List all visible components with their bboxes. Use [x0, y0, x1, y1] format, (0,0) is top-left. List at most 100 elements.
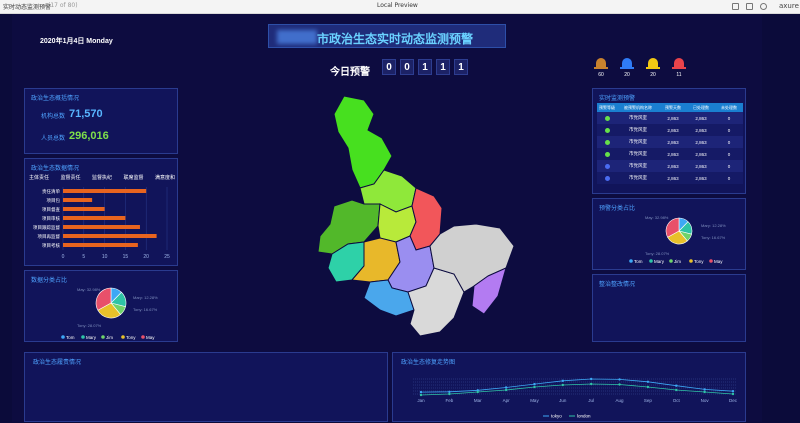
table-row[interactable]: 市党风室 2,863 2,863 0: [597, 112, 743, 124]
alert-count: 20: [650, 72, 656, 78]
category-pie-chart: May: 32.98% Mary: 12.28% Tony: 16.67% Tony:…: [61, 287, 158, 340]
rectify-title: 整治整改情况: [599, 282, 636, 288]
data-point[interactable]: [448, 392, 451, 396]
data-point[interactable]: [703, 388, 706, 391]
brand-logo: axure: [779, 2, 799, 10]
table-row[interactable]: 市党风室 2,863 2,863 0: [597, 148, 743, 160]
legend-marker: [689, 259, 693, 263]
overview-title: 政治生态概括情况: [31, 96, 80, 102]
legend-label: Mary: [86, 335, 97, 340]
legend-marker: [649, 259, 653, 263]
bar[interactable]: [63, 234, 157, 238]
bar[interactable]: [63, 225, 140, 229]
data-tabs: 主体责任 监督责任 监督执纪 联席监督 满意度和: [29, 174, 175, 183]
counter-digit: 1: [454, 59, 468, 75]
table-cell: 2,863: [695, 151, 707, 157]
legend-label: Tom: [634, 259, 643, 264]
page-icon[interactable]: [746, 3, 753, 10]
level-cell: [597, 127, 617, 133]
data-tab[interactable]: 监督责任: [60, 174, 80, 183]
alert-count: 60: [598, 72, 604, 78]
table-cell: 2,863: [695, 127, 707, 133]
bar-category-label: 项目跟踪监督: [33, 224, 60, 231]
data-point[interactable]: [533, 385, 536, 389]
data-tab[interactable]: 主体责任: [29, 174, 49, 183]
data-point[interactable]: [675, 388, 678, 392]
grid-icon[interactable]: [732, 3, 739, 10]
table-cell: 0: [727, 139, 731, 145]
legend-marker: [121, 335, 125, 339]
data-point[interactable]: [731, 390, 735, 393]
table-cell: 市党风室: [629, 163, 647, 168]
data-point[interactable]: [589, 377, 593, 381]
x-tick-label: Nov: [701, 398, 710, 403]
bar[interactable]: [63, 198, 93, 202]
series-line: [420, 378, 734, 393]
data-panel: 政治生态数据情况 主体责任 监督责任 监督执纪 联席监督 满意度和 0 5 10 15 20 25…: [24, 158, 178, 266]
siren-base: [646, 67, 660, 69]
data-point[interactable]: [504, 386, 508, 389]
data-point[interactable]: [561, 383, 565, 387]
bar-category-label: 项目包: [47, 197, 61, 204]
data-point[interactable]: [646, 380, 650, 383]
table-cell: 0: [727, 127, 731, 133]
data-point[interactable]: [731, 392, 735, 396]
table-cell: 0: [727, 151, 731, 157]
data-tab[interactable]: 满意度和: [155, 174, 175, 183]
table-row[interactable]: 市党风室 2,863 2,863 0: [597, 136, 743, 148]
pie-annotation: Tony: 28.07%: [77, 323, 102, 328]
data-point[interactable]: [589, 382, 593, 386]
table-row[interactable]: 市党风室 2,863 2,863 0: [597, 172, 743, 184]
table-cell: 2,863: [667, 127, 679, 133]
data-point[interactable]: [646, 385, 650, 389]
siren-base: [620, 67, 634, 69]
level-cell: [597, 139, 617, 145]
data-tab[interactable]: 联席监督: [123, 174, 143, 183]
x-tick-label: Oct: [673, 398, 681, 403]
data-point[interactable]: [419, 390, 423, 394]
bar-category-label: 责任清单: [42, 188, 60, 195]
counter-digit: 0: [400, 59, 414, 75]
x-tick-label: Mar: [474, 398, 482, 403]
bar[interactable]: [63, 216, 126, 220]
bar[interactable]: [63, 189, 147, 193]
data-point[interactable]: [618, 383, 621, 386]
table-row[interactable]: 市党风室 2,863 2,863 0: [597, 160, 743, 172]
alert-table: 预警等级 被预警机构名称 预警天数 已处理数 未处理数 市党风室 2,863 2,863 0 市党…: [597, 103, 743, 184]
bar-chart: 0 5 10 15 20 25 责任清单项目包项目督查项目审核项目跟踪监督项目再监督项目考核: [33, 187, 170, 260]
data-point[interactable]: [703, 390, 706, 394]
table-cell: 市党风室: [629, 175, 647, 180]
x-tick-label: May: [530, 398, 539, 403]
preview-toolbar: 实时动态监测预警 (17 of 80) Local Preview axure: [0, 0, 800, 14]
bar[interactable]: [63, 207, 105, 211]
bar[interactable]: [63, 243, 138, 247]
level-dot: [604, 175, 610, 181]
data-point[interactable]: [448, 390, 451, 393]
x-tick-label: Aug: [616, 398, 625, 403]
table-cell: 市党风室: [629, 151, 647, 156]
data-point[interactable]: [675, 384, 678, 387]
data-point[interactable]: [618, 378, 621, 381]
data-point[interactable]: [476, 390, 479, 394]
bar-category-label: 项目督查: [42, 206, 60, 213]
table-header: 预警等级 被预警机构名称 预警天数 已处理数 未处理数: [597, 103, 743, 112]
data-point[interactable]: [561, 379, 565, 382]
share-icon[interactable]: [760, 3, 767, 10]
data-tab[interactable]: 监督执纪: [92, 174, 112, 183]
x-tick-label: Dec: [729, 398, 738, 403]
level-dot: [604, 115, 610, 121]
data-point[interactable]: [419, 393, 423, 397]
pie-annotation: Tony: 16.67%: [701, 235, 726, 240]
data-point[interactable]: [504, 388, 508, 392]
table-header-cell: 被预警机构名称: [624, 105, 652, 110]
table-header-cell: 预警等级: [599, 105, 615, 110]
legend-marker: [81, 335, 85, 339]
legend-label: Tom: [66, 335, 75, 340]
legend-marker: [629, 259, 633, 263]
title-banner: 市政治生态实时动态监测预警: [268, 24, 506, 48]
data-point[interactable]: [533, 382, 536, 386]
pie-annotation: May: 32.98%: [77, 287, 101, 292]
table-row[interactable]: 市党风室 2,863 2,863 0: [597, 124, 743, 136]
siren-base: [672, 67, 686, 69]
category-ratio-panel: 数据分类占比 May: 32.98% Mary: 12.28% Tony: 16.6…: [24, 270, 178, 342]
